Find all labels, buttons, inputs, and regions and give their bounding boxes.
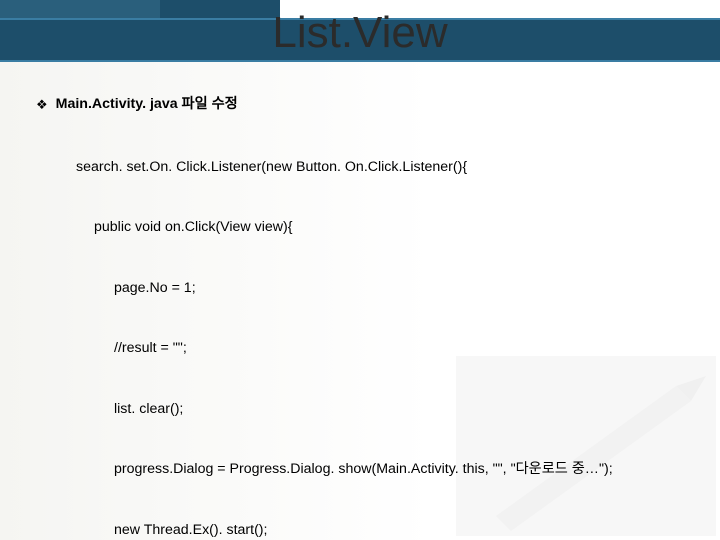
slide: List.View ❖ Main.Activity. java 파일 수정 se… [0, 0, 720, 540]
code-line: public void on.Click(View view){ [36, 217, 696, 237]
code-line: new Thread.Ex(). start(); [36, 520, 696, 540]
code-line: search. set.On. Click.Listener(new Butto… [36, 157, 696, 177]
diamond-bullet-icon: ❖ [36, 96, 48, 114]
slide-content: ❖ Main.Activity. java 파일 수정 search. set.… [36, 94, 696, 540]
code-line: progress.Dialog = Progress.Dialog. show(… [36, 459, 696, 479]
code-line: //result = ""; [36, 338, 696, 358]
code-block-1: search. set.On. Click.Listener(new Butto… [36, 116, 696, 540]
code-line: list. clear(); [36, 399, 696, 419]
code-line: page.No = 1; [36, 278, 696, 298]
bullet-heading: Main.Activity. java 파일 수정 [56, 94, 238, 114]
header-stripe [0, 0, 720, 18]
bullet-row: ❖ Main.Activity. java 파일 수정 [36, 94, 696, 114]
slide-header: List.View [0, 0, 720, 74]
title-band [0, 18, 720, 62]
